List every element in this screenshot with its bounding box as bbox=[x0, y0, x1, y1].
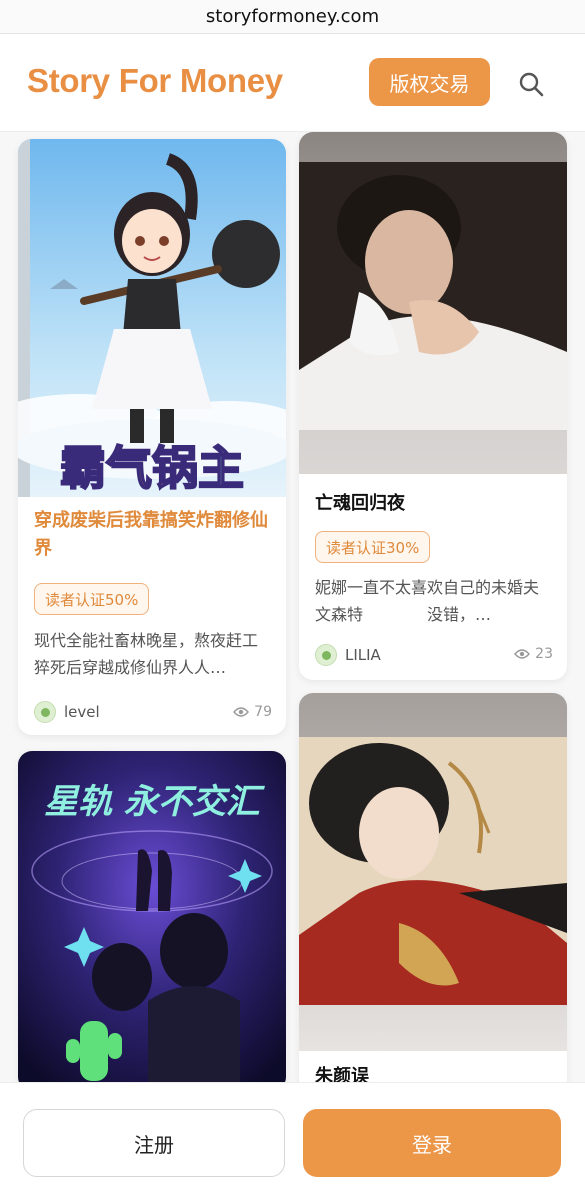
author-avatar bbox=[34, 701, 56, 723]
story-cover-image: 星轨 永不交汇 bbox=[18, 751, 286, 1082]
view-count-value: 23 bbox=[535, 646, 553, 662]
story-title[interactable]: 穿成废柴后我靠搞笑炸翻修仙界 bbox=[34, 507, 272, 563]
story-feed[interactable]: 霸气锅主 穿成废柴后我靠搞笑炸翻修仙界 读者认证50% 现代全能社畜林晚星，熬夜… bbox=[0, 132, 585, 1082]
story-cover-image bbox=[299, 693, 567, 1051]
bottom-action-bar: 注册 登录 bbox=[0, 1082, 585, 1200]
story-author[interactable]: level bbox=[34, 701, 100, 723]
author-name: LILIA bbox=[345, 646, 381, 664]
story-cover-image: 霸气锅主 bbox=[18, 139, 286, 497]
eye-icon bbox=[233, 707, 250, 717]
story-author[interactable]: LILIA bbox=[315, 644, 381, 666]
login-button[interactable]: 登录 bbox=[303, 1109, 561, 1177]
cover-title-art: 星轨 永不交汇 bbox=[44, 782, 266, 822]
story-description: 现代全能社畜林晚星，熬夜赶工猝死后穿越成修仙界人人… bbox=[34, 631, 259, 677]
url-text: storyformoney.com bbox=[205, 6, 380, 27]
view-count: 23 bbox=[514, 646, 553, 662]
story-title[interactable]: 亡魂回归夜 bbox=[315, 490, 553, 518]
story-card[interactable]: 亡魂回归夜 读者认证30% 妮娜一直不太喜欢自己的未婚夫文森特 没错，… LIL… bbox=[299, 132, 567, 680]
reader-certification-badge: 读者认证50% bbox=[34, 583, 150, 615]
search-icon[interactable] bbox=[515, 68, 547, 100]
story-card[interactable]: 朱颜误 bbox=[299, 693, 567, 1082]
address-bar[interactable]: storyformoney.com bbox=[0, 0, 585, 34]
site-logo[interactable]: Story For Money bbox=[27, 62, 283, 100]
story-card[interactable]: 星轨 永不交汇 bbox=[18, 751, 286, 1082]
view-count-value: 79 bbox=[254, 704, 272, 720]
story-card[interactable]: 霸气锅主 穿成废柴后我靠搞笑炸翻修仙界 读者认证50% 现代全能社畜林晚星，熬夜… bbox=[18, 139, 286, 735]
story-title[interactable]: 朱颜误 bbox=[315, 1063, 553, 1082]
story-description: 妮娜一直不太喜欢自己的未婚夫文森特 没错，… bbox=[315, 578, 540, 624]
copyright-trade-button[interactable]: 版权交易 bbox=[369, 58, 490, 106]
author-name: level bbox=[64, 703, 100, 721]
reader-certification-badge: 读者认证30% bbox=[315, 531, 431, 563]
eye-icon bbox=[514, 649, 531, 659]
story-cover-image bbox=[299, 132, 567, 474]
cover-title-art: 霸气锅主 bbox=[60, 441, 244, 495]
register-button[interactable]: 注册 bbox=[23, 1109, 285, 1177]
author-avatar bbox=[315, 644, 337, 666]
site-header: Story For Money 版权交易 bbox=[0, 34, 585, 132]
view-count: 79 bbox=[233, 704, 272, 720]
